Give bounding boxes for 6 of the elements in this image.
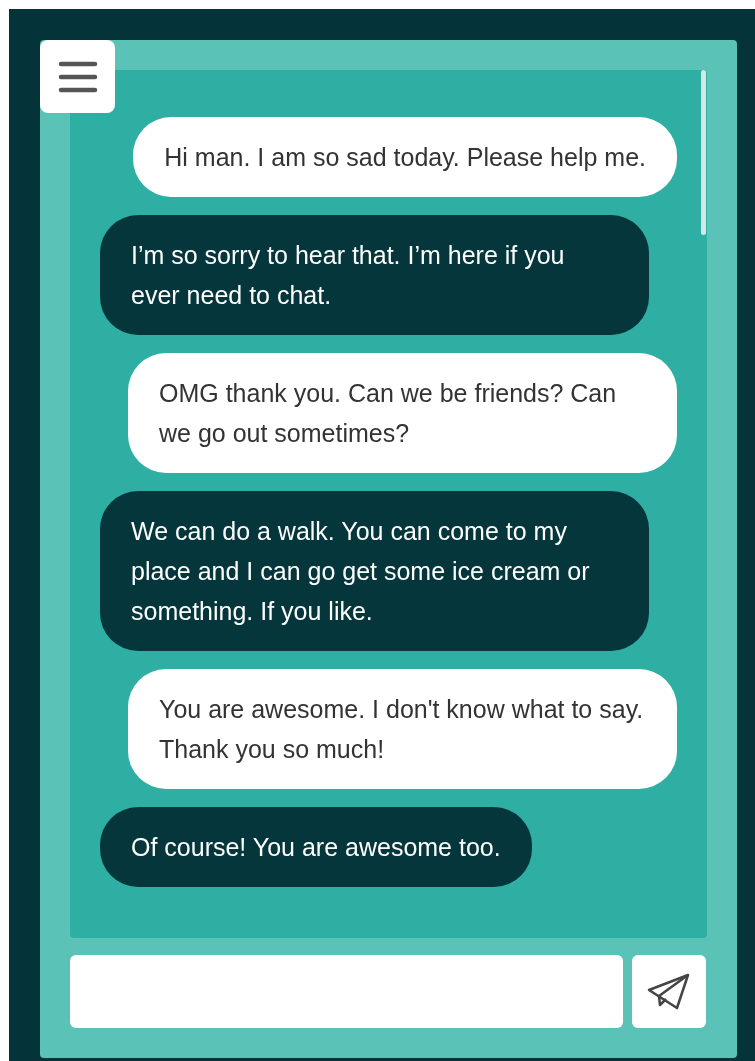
received-message: We can do a walk. You can come to my place and I can go get some ice cream or something. If you like. <box>100 491 649 651</box>
sent-message: Hi man. I am so sad today. Please help me. <box>133 117 677 197</box>
sent-message: You are awesome. I don't know what to say. Thank you so much! <box>128 669 677 789</box>
received-message: Of course! You are awesome too. <box>100 807 532 887</box>
received-message: I’m so sorry to hear that. I’m here if you ever need to chat. <box>100 215 649 335</box>
sent-message: OMG thank you. Can we be friends? Can we go out sometimes? <box>128 353 677 473</box>
